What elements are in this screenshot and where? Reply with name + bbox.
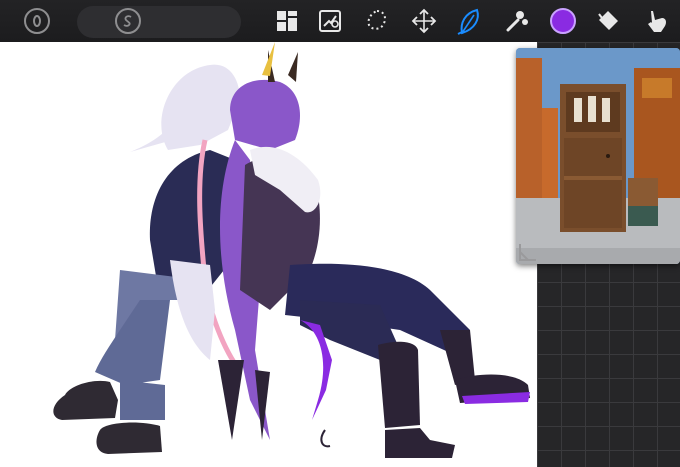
- lasso-icon[interactable]: [362, 6, 392, 36]
- leaf-brush-icon[interactable]: [455, 6, 485, 36]
- paint-bucket-icon[interactable]: [594, 6, 624, 36]
- adjust-icon[interactable]: [315, 6, 345, 36]
- door-reference-photo: [516, 48, 680, 264]
- color-swatch-icon[interactable]: [550, 8, 576, 34]
- s-symbol-icon[interactable]: [115, 8, 141, 34]
- top-toolbar: [0, 0, 680, 42]
- grid-icon[interactable]: [272, 6, 302, 36]
- reference-window[interactable]: [516, 48, 680, 264]
- character-illustration: [53, 42, 530, 458]
- move-arrows-icon[interactable]: [409, 6, 439, 36]
- o-symbol-icon[interactable]: [24, 8, 50, 34]
- finger-icon[interactable]: [642, 6, 672, 36]
- smudge-icon[interactable]: [502, 6, 532, 36]
- drawing-canvas[interactable]: [0, 42, 537, 467]
- left-tool-group: [77, 6, 241, 38]
- resize-handle-icon[interactable]: [518, 242, 538, 262]
